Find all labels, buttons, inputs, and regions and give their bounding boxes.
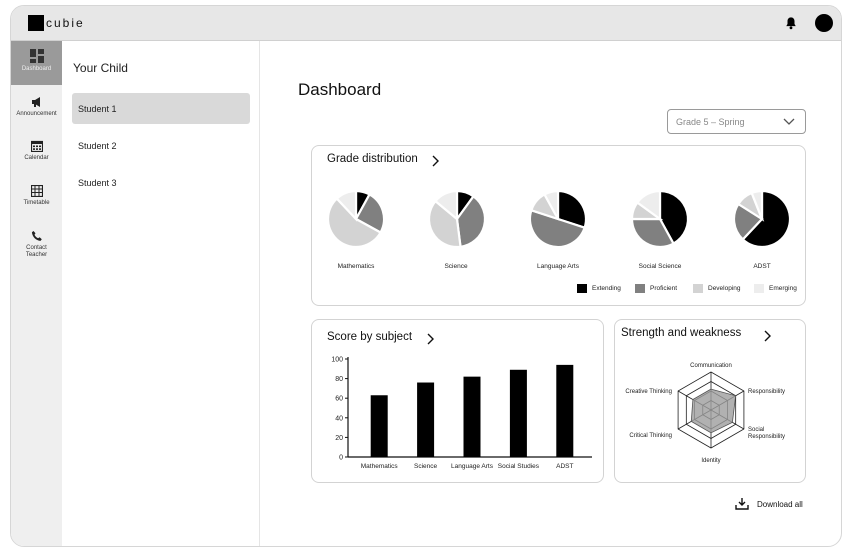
y-tick-label: 40 [335, 415, 343, 422]
pie-label: Mathematics [337, 263, 375, 270]
page-title: Dashboard [298, 80, 382, 99]
sidebar: Dashboard Announcement Calendar Timetabl… [11, 41, 62, 546]
legend-label: Extending [592, 285, 621, 292]
sidebar-item-dashboard[interactable]: Dashboard [11, 41, 62, 85]
pie-label: Language Arts [537, 263, 579, 270]
radar-label: Responsibility [748, 389, 785, 395]
phone-icon [31, 231, 42, 241]
y-tick-label: 20 [335, 435, 343, 442]
legend-item: Developing [693, 284, 741, 293]
y-tick-label: 80 [335, 376, 343, 383]
strength-weakness-card: Strength and weakness Communication Respo… [614, 319, 806, 483]
chevron-down-icon [783, 118, 795, 125]
grade-distribution-card: Grade distribution Mathematics Science L… [311, 145, 806, 306]
x-tick-label: Science [414, 463, 438, 470]
legend-item: Proficient [635, 284, 677, 293]
pie-label: Social Science [638, 263, 682, 270]
radar-area [690, 388, 737, 434]
bar [463, 376, 481, 457]
x-tick-label: Social Studies [498, 463, 540, 470]
download-icon [735, 498, 749, 510]
y-tick-label: 60 [335, 396, 343, 403]
pie-label: ADST [753, 263, 771, 270]
sidebar-item-timetable[interactable]: Timetable [11, 185, 62, 206]
avatar[interactable] [815, 14, 833, 32]
radar-label: Communication [690, 363, 732, 369]
logo-mark [28, 15, 44, 31]
child-panel: Your Child Student 1 Student 2 Student 3 [62, 41, 260, 546]
sidebar-item-label: Dashboard [21, 66, 52, 72]
legend-label: Emerging [769, 285, 797, 292]
pie-label: Science [444, 263, 468, 270]
legend-label: Developing [708, 285, 741, 292]
bar [417, 382, 435, 457]
download-all-button[interactable]: Download all [735, 498, 803, 510]
y-tick-label: 100 [331, 357, 343, 364]
timetable-icon [30, 185, 43, 197]
sidebar-item-label: Timetable [23, 200, 50, 206]
child-item[interactable]: Student 1 [72, 93, 250, 124]
legend-label: Proficient [650, 285, 678, 292]
bar [556, 364, 574, 457]
bar-chart: 0 20 40 60 80 100 Mathematics Science Language A… [331, 357, 592, 470]
sidebar-item-label: Announcement [16, 111, 57, 117]
bell-icon[interactable] [784, 16, 798, 30]
score-by-subject-card: Score by subject 0 20 40 60 80 100 Mathematics… [311, 319, 604, 483]
x-tick-label: Language Arts [451, 463, 494, 470]
grade-select-value: Grade 5 – Spring [676, 117, 745, 127]
x-tick-label: ADST [556, 463, 573, 470]
sidebar-item-label: Calendar [24, 155, 49, 161]
app-window: cubie Dashboard Announcement Calendar Ti… [10, 5, 842, 547]
y-tick-label: 0 [339, 455, 343, 462]
top-bar: cubie [11, 6, 841, 41]
pie-charts [326, 189, 792, 249]
child-item[interactable]: Student 3 [72, 167, 250, 198]
radar-label: Critical Thinking [629, 433, 672, 439]
dashboard-icon [29, 49, 44, 63]
sidebar-item-calendar[interactable]: Calendar [11, 140, 62, 161]
download-label: Download all [757, 499, 803, 509]
radar-label: Creative Thinking [625, 389, 672, 395]
radar-chart: Communication Responsibility Social Respons… [625, 363, 785, 464]
legend-item: Extending [577, 284, 621, 293]
sidebar-item-label: Contact Teacher [25, 245, 48, 258]
sidebar-item-announcement[interactable]: Announcement [11, 96, 62, 117]
radar-label: Social Responsibility [748, 427, 785, 440]
panel-title: Your Child [73, 61, 128, 75]
legend-item: Emerging [754, 284, 797, 293]
sidebar-item-contact-teacher[interactable]: Contact Teacher [11, 230, 62, 259]
brand-name: cubie [46, 16, 85, 30]
radar-label: Identity [701, 458, 720, 464]
bar [509, 369, 527, 457]
calendar-icon [30, 140, 43, 152]
megaphone-icon [31, 97, 40, 107]
child-item[interactable]: Student 2 [72, 130, 250, 161]
grade-select[interactable]: Grade 5 – Spring [667, 109, 806, 134]
bar [370, 395, 388, 457]
x-tick-label: Mathematics [361, 463, 399, 470]
